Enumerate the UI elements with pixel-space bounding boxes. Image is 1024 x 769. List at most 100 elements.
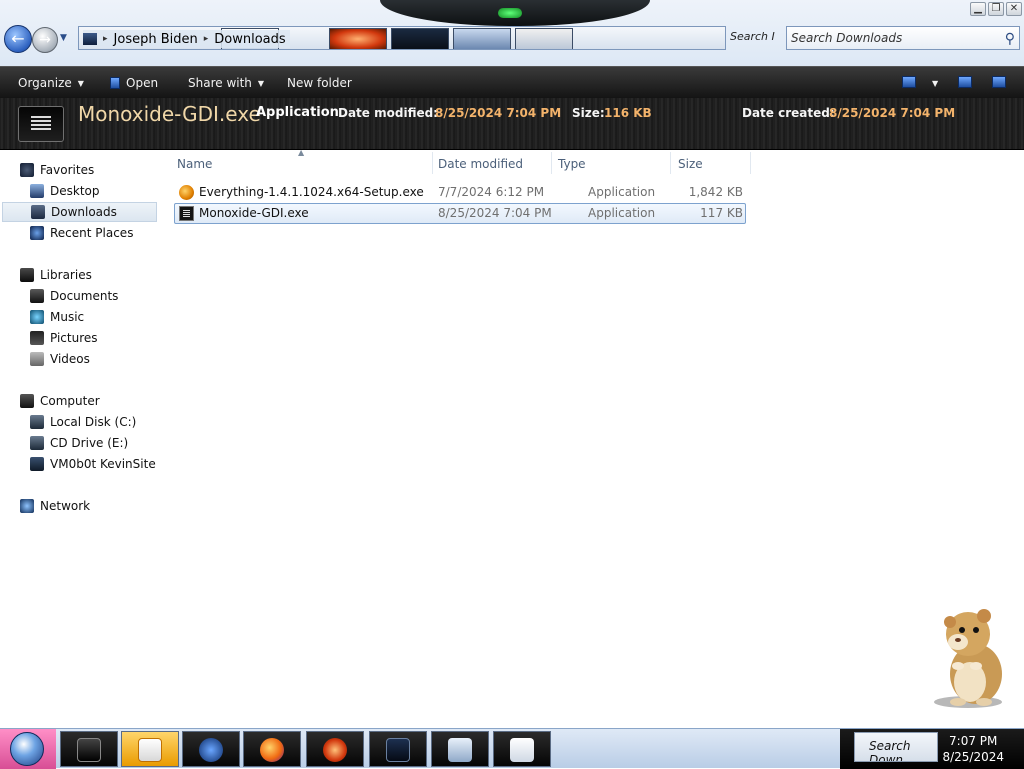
nav-downloads[interactable]: Downloads [2, 202, 157, 222]
file-row-selected[interactable]: Monoxide-GDI.exe 8/25/2024 7:04 PM Appli… [174, 203, 746, 224]
open-label: Open [126, 76, 159, 90]
nav-music[interactable]: Music [30, 307, 84, 327]
column-divider [670, 152, 671, 174]
file-name: Everything-1.4.1.1024.x64-Setup.exe [199, 185, 424, 199]
monitor-tile-icon [391, 28, 449, 49]
help-icon[interactable] [992, 76, 1006, 88]
arrow-right-icon: → [39, 32, 51, 48]
taskbar-app-firefox[interactable] [243, 731, 301, 767]
taskbar-app-keyboard[interactable] [431, 731, 489, 767]
column-date-modified[interactable]: Date modified [438, 156, 523, 172]
nav-network[interactable]: Network [20, 496, 90, 516]
new-folder-button[interactable]: New folder [287, 74, 352, 92]
application-icon [179, 206, 194, 221]
size-value: 116 KB [604, 106, 652, 120]
file-type: Application [588, 206, 656, 220]
nav-computer[interactable]: Computer [20, 391, 100, 411]
taskbar-app-media[interactable] [121, 731, 179, 767]
breadcrumb-downloads[interactable]: Downloads [214, 32, 285, 47]
nav-pictures[interactable]: Pictures [30, 328, 98, 348]
command-bar: Organize ▼ Open Share with ▼ New folder ▼ [0, 66, 1024, 98]
breadcrumb-user[interactable]: Joseph Biden [114, 32, 198, 47]
keyboard-tile-icon [453, 28, 511, 49]
clock[interactable]: 7:07 PM 8/25/2024 [942, 733, 1004, 765]
chevron-right-icon[interactable]: ▸ [204, 34, 209, 44]
forward-button[interactable]: → [32, 27, 58, 53]
column-type[interactable]: Type [558, 156, 586, 172]
nav-desktop[interactable]: Desktop [30, 181, 100, 201]
column-name[interactable]: Name [177, 156, 212, 172]
taskbar-app-globe[interactable] [182, 731, 240, 767]
search-placeholder: Search Downloads [791, 31, 903, 45]
minimize-button[interactable]: ▁ [970, 2, 986, 16]
search-input[interactable]: Search Downloads ⚲ [786, 26, 1020, 50]
file-date: 7/7/2024 6:12 PM [438, 185, 545, 199]
date-created-label: Date created: [742, 106, 835, 120]
nav-cd-drive[interactable]: CD Drive (E:) [30, 433, 128, 453]
file-name: Monoxide-GDI.exe [199, 206, 309, 220]
date-modified-label: Date modified: [338, 106, 438, 120]
nav-libraries[interactable]: Libraries [20, 265, 92, 285]
nav-network-drive[interactable]: VM0b0t KevinSite [30, 454, 156, 474]
recent-places-icon [30, 226, 44, 240]
firefox-icon [260, 738, 284, 762]
nav-recent-places[interactable]: Recent Places [30, 223, 133, 243]
file-row[interactable]: Everything-1.4.1.1024.x64-Setup.exe 7/7/… [174, 182, 746, 203]
cd-drive-icon [30, 436, 44, 450]
everything-search-icon [179, 185, 194, 200]
monitor-icon [386, 738, 410, 762]
start-button[interactable] [0, 729, 56, 769]
taskbar: Search Down 7:07 PM 8/25/2024 [0, 728, 1024, 769]
documents-icon [30, 289, 44, 303]
chevron-right-icon[interactable]: ▸ [103, 34, 108, 44]
taskbar-app-solitaire[interactable] [493, 731, 551, 767]
recent-pages-dropdown[interactable]: ▼ [60, 32, 70, 44]
hard-disk-icon [30, 415, 44, 429]
taskbar-app-paint[interactable] [306, 731, 364, 767]
monitor-icon [77, 738, 101, 762]
size-label: Size: [572, 106, 605, 120]
nav-videos[interactable]: Videos [30, 349, 90, 369]
view-options-icon[interactable] [902, 76, 916, 88]
details-pane: Monoxide-GDI.exe Application Date modifi… [0, 98, 1024, 150]
desktop-icon [30, 184, 44, 198]
file-date: 8/25/2024 7:04 PM [438, 206, 552, 220]
back-button[interactable]: ← [4, 25, 32, 53]
column-divider [551, 152, 552, 174]
nav-local-disk[interactable]: Local Disk (C:) [30, 412, 136, 432]
nav-documents[interactable]: Documents [30, 286, 118, 306]
taskbar-app-monitor[interactable] [369, 731, 427, 767]
file-size: 117 KB [700, 206, 743, 220]
paint-icon [323, 738, 347, 762]
view-options-dropdown[interactable]: ▼ [926, 74, 938, 92]
share-with-label: Share with [188, 76, 252, 90]
close-button[interactable]: ✕ [1006, 2, 1022, 16]
maximize-button[interactable]: ❐ [988, 2, 1004, 16]
videos-icon [30, 352, 44, 366]
search-icon[interactable]: ⚲ [1005, 28, 1015, 50]
hamster-mascot-icon [934, 609, 1002, 708]
taskbar-app-explorer[interactable] [60, 731, 118, 767]
organize-menu[interactable]: Organize ▼ [18, 74, 84, 92]
chevron-down-icon: ▼ [77, 79, 84, 88]
network-drive-icon [30, 457, 44, 471]
title-notch [380, 0, 650, 26]
preview-pane-icon[interactable] [958, 76, 972, 88]
system-tray: Search Down 7:07 PM 8/25/2024 [840, 729, 1024, 769]
keyboard-icon [448, 738, 472, 762]
cards-icon [510, 738, 534, 762]
status-led-icon [498, 8, 522, 18]
windows-logo-icon [10, 732, 44, 766]
music-icon [30, 310, 44, 324]
computer-icon [83, 33, 97, 45]
details-file-name: Monoxide-GDI.exe [78, 102, 261, 126]
tray-search-input[interactable]: Search Down [854, 732, 938, 762]
nav-favorites[interactable]: Favorites [20, 160, 94, 180]
column-size[interactable]: Size [678, 156, 703, 172]
address-bar[interactable]: ▸ Joseph Biden ▸ Downloads [78, 26, 726, 50]
column-divider [750, 152, 751, 174]
share-with-menu[interactable]: Share with ▼ [188, 74, 264, 92]
search-label-truncated: Search I [730, 30, 775, 43]
open-button[interactable]: Open [110, 74, 158, 92]
clock-date: 8/25/2024 [942, 750, 1004, 764]
